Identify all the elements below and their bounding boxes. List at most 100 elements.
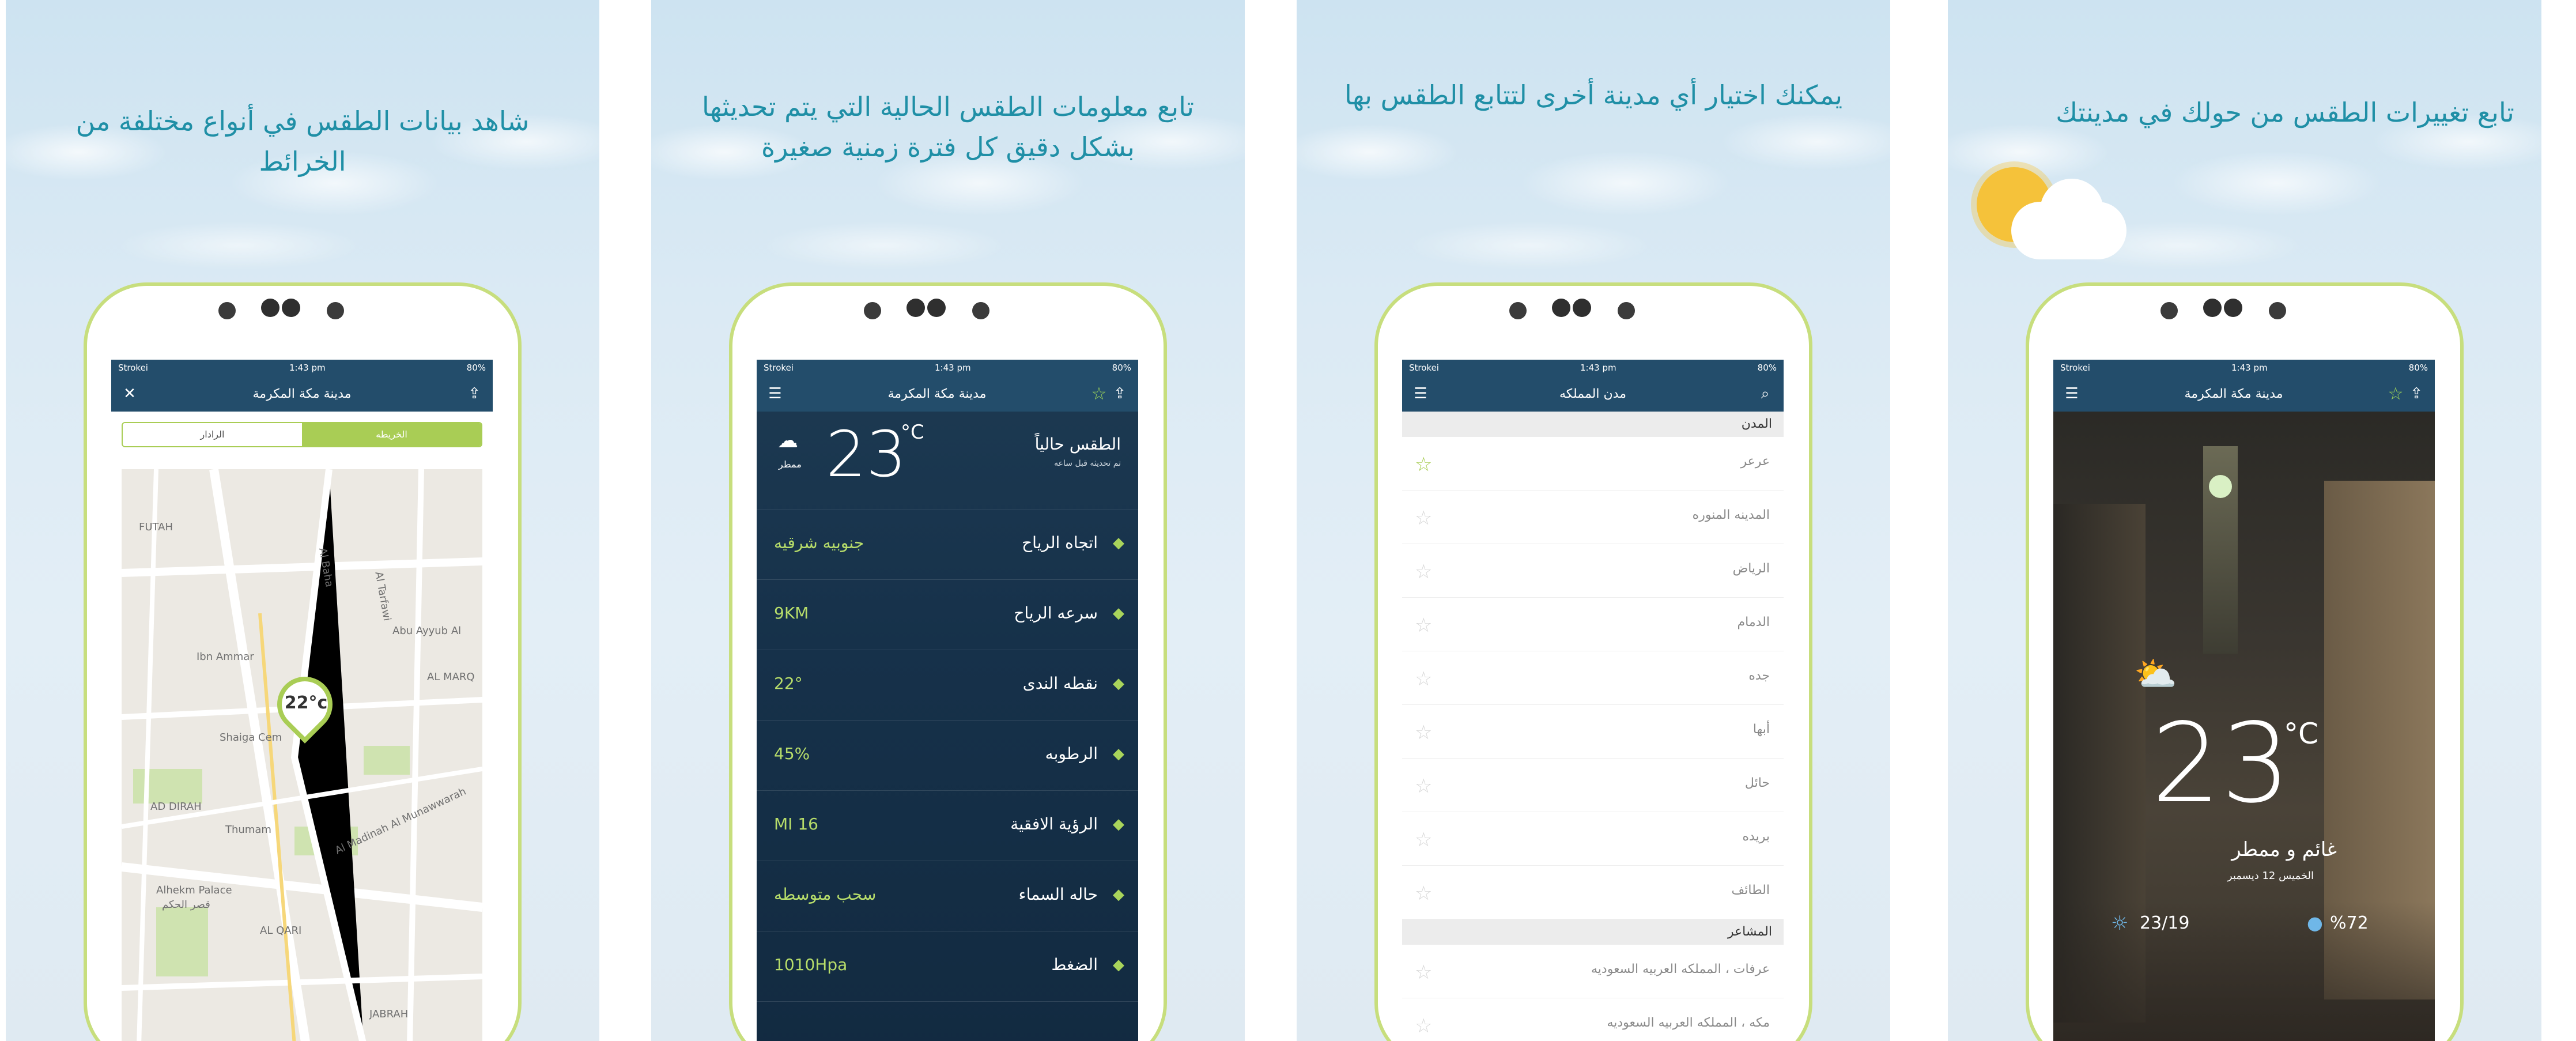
carrier: Strokei <box>1409 363 1439 373</box>
star-icon[interactable]: ☆ <box>1415 507 1432 530</box>
panel-home: تابع تغييرات الطقس من حولك في مدينتك Str… <box>1948 0 2541 1041</box>
menu-icon[interactable]: ☰ <box>2061 385 2082 402</box>
nav-title: مدن المملكه <box>1559 386 1626 401</box>
star-icon[interactable]: ☆ <box>1415 667 1432 691</box>
map-label: AD DIRAH <box>150 801 202 813</box>
clock: 1:43 pm <box>2231 363 2268 373</box>
battery: 80% <box>1112 363 1131 373</box>
clock: 1:43 pm <box>289 363 326 373</box>
segment-map[interactable]: الخريطه <box>302 423 481 446</box>
panel-caption: شاهد بيانات الطقس في أنواع مختلفة من الخ… <box>75 105 530 177</box>
current-sub: تم تحديثه قبل ساعه <box>1054 459 1121 468</box>
star-icon[interactable]: ☆ <box>1415 1014 1432 1038</box>
detail-value: سحب متوسطه <box>774 885 877 904</box>
detail-label: الضغط <box>1051 955 1098 974</box>
wind-flag-icon: ◆ <box>1113 534 1124 552</box>
nav-title: مدينة مكة المكرمة <box>887 386 987 401</box>
carrier: Strokei <box>118 363 148 373</box>
panel-caption: تابع معلومات الطقس الحالية التي يتم تحدي… <box>702 91 1194 163</box>
panel-details: تابع معلومات الطقس الحالية التي يتم تحدي… <box>651 0 1245 1041</box>
detail-row: ◆ الضغط 1010Hpa <box>757 932 1138 1002</box>
cloud-rain-icon: ☁ <box>777 429 798 452</box>
nav-title: مدينة مكة المكرمة <box>2184 386 2283 401</box>
main-temperature: 23 <box>2151 700 2291 827</box>
city-row[interactable]: ☆ مكه ، المملكه العربيه السعوديه <box>1402 998 1784 1041</box>
map-label: FUTAH <box>139 521 173 533</box>
condition: غائم و ممطر <box>2231 838 2337 861</box>
share-icon[interactable]: ⇪ <box>1109 385 1130 402</box>
menu-icon[interactable]: ☰ <box>765 385 785 402</box>
phone-frame: Strokei 1:43 pm 80% ✕ مدينة مكة المكرمة … <box>84 282 522 1041</box>
city-name: الرياض <box>1732 561 1770 576</box>
gauge-icon: ◆ <box>1113 956 1124 974</box>
nav-bar: ☰ مدينة مكة المكرمة ☆ ⇪ <box>2053 376 2435 412</box>
temp-range: 23/19 <box>2140 913 2190 933</box>
detail-row: ◆ الرؤية الافقية 16 MI <box>757 791 1138 861</box>
clock: 1:43 pm <box>1580 363 1616 373</box>
nav-bar: ☰ مدن المملكه ⌕ <box>1402 376 1784 412</box>
background-photo: ⛅ 23 °C غائم و ممطر الخميس 12 ديسمبر ☼ 2… <box>2053 412 2435 1041</box>
eye-icon: ◆ <box>1113 816 1124 833</box>
sun-icon: ☼ <box>2111 912 2129 935</box>
star-icon[interactable]: ☆ <box>1415 882 1432 905</box>
temp-unit: °C <box>901 421 924 444</box>
city-name: جده <box>1748 669 1770 683</box>
star-icon[interactable]: ☆ <box>1415 961 1432 984</box>
phone-frame: Strokei 1:43 pm 80% ☰ مدن المملكه ⌕ المد… <box>1374 282 1812 1041</box>
star-icon[interactable]: ☆ <box>1089 384 1109 404</box>
map-label: Shaiga Cem <box>220 731 282 744</box>
current-weather: الطقس حالياً تم تحديثه قبل ساعه ☁ ممطر 2… <box>757 412 1138 510</box>
panel-caption: تابع تغييرات الطقس من حولك في مدينتك <box>2056 97 2514 128</box>
map-roads <box>122 469 482 1041</box>
city-row[interactable]: ☆ عرفات ، المملكه العربيه السعوديه <box>1402 945 1784 998</box>
condition-label: ممطر <box>779 459 802 470</box>
city-row[interactable]: ☆ المدينه المنوره <box>1402 491 1784 544</box>
detail-row: ◆ اتجاه الرياح جنوبيه شرقيه <box>757 510 1138 580</box>
sun-cloud-icon <box>1971 161 2132 277</box>
city-row[interactable]: ☆ جده <box>1402 651 1784 705</box>
panel-caption: يمكنك اختيار أي مدينة أخرى لتتابع الطقس … <box>1344 80 1843 111</box>
city-row[interactable]: ☆ الطائف <box>1402 866 1784 919</box>
close-icon[interactable]: ✕ <box>119 385 140 402</box>
star-icon[interactable]: ☆ <box>1415 721 1432 744</box>
map-label: AL MARQ <box>427 671 475 683</box>
city-name: المدينه المنوره <box>1692 508 1770 522</box>
map-type-toggle[interactable]: الرادار الخريطه <box>122 422 482 447</box>
phone-screen: Strokei 1:43 pm 80% ✕ مدينة مكة المكرمة … <box>111 360 493 1041</box>
city-row[interactable]: ☆ الرياض <box>1402 544 1784 598</box>
map-label: Alhekm Palace <box>156 884 232 896</box>
phone-screen: Strokei 1:43 pm 80% ☰ مدينة مكة المكرمة … <box>757 360 1138 1041</box>
detail-row: ◆ حاله السماء سحب متوسطه <box>757 862 1138 931</box>
phone-frame: Strokei 1:43 pm 80% ☰ مدينة مكة المكرمة … <box>2026 282 2464 1041</box>
humidity-drop-icon: ● <box>2307 912 2323 934</box>
weather-icon: ⛅ <box>2134 654 2177 695</box>
city-row[interactable]: ☆ عرعر <box>1402 437 1784 491</box>
star-icon[interactable]: ☆ <box>1415 453 1432 476</box>
segment-radar[interactable]: الرادار <box>123 423 302 446</box>
pin-temperature: 22°c <box>284 692 328 713</box>
detail-row: ◆ نقطه الندى 22° <box>757 651 1138 721</box>
map-label: JABRAH <box>369 1008 409 1020</box>
map-view[interactable]: FUTAH Abu Ayyub Al Ibn Ammar AL MARQ Sha… <box>122 469 482 1041</box>
share-icon[interactable]: ⇪ <box>464 385 485 402</box>
star-icon[interactable]: ☆ <box>1415 614 1432 637</box>
star-icon[interactable]: ☆ <box>1415 775 1432 798</box>
phone-screen: Strokei 1:43 pm 80% ☰ مدن المملكه ⌕ المد… <box>1402 360 1784 1041</box>
city-row[interactable]: ☆ بريده <box>1402 812 1784 866</box>
city-row[interactable]: ☆ الدمام <box>1402 598 1784 651</box>
share-icon[interactable]: ⇪ <box>2406 385 2427 402</box>
phone-frame: Strokei 1:43 pm 80% ☰ مدينة مكة المكرمة … <box>729 282 1167 1041</box>
star-icon[interactable]: ☆ <box>1415 828 1432 851</box>
star-icon[interactable]: ☆ <box>1415 560 1432 583</box>
status-bar: Strokei 1:43 pm 80% <box>1402 360 1784 376</box>
detail-list: ◆ اتجاه الرياح جنوبيه شرقيه ◆ سرعه الرياح 9KM… <box>757 510 1138 1029</box>
clock: 1:43 pm <box>935 363 971 373</box>
city-row[interactable]: ☆ أبها <box>1402 705 1784 759</box>
star-icon[interactable]: ☆ <box>2385 384 2406 404</box>
detail-value: 16 MI <box>774 814 818 833</box>
menu-icon[interactable]: ☰ <box>1410 385 1431 402</box>
panel-maps: شاهد بيانات الطقس في أنواع مختلفة من الخ… <box>6 0 599 1041</box>
map-label: AL QARI <box>260 925 302 937</box>
city-row[interactable]: ☆ حائل <box>1402 759 1784 812</box>
search-icon[interactable]: ⌕ <box>1755 385 1776 403</box>
